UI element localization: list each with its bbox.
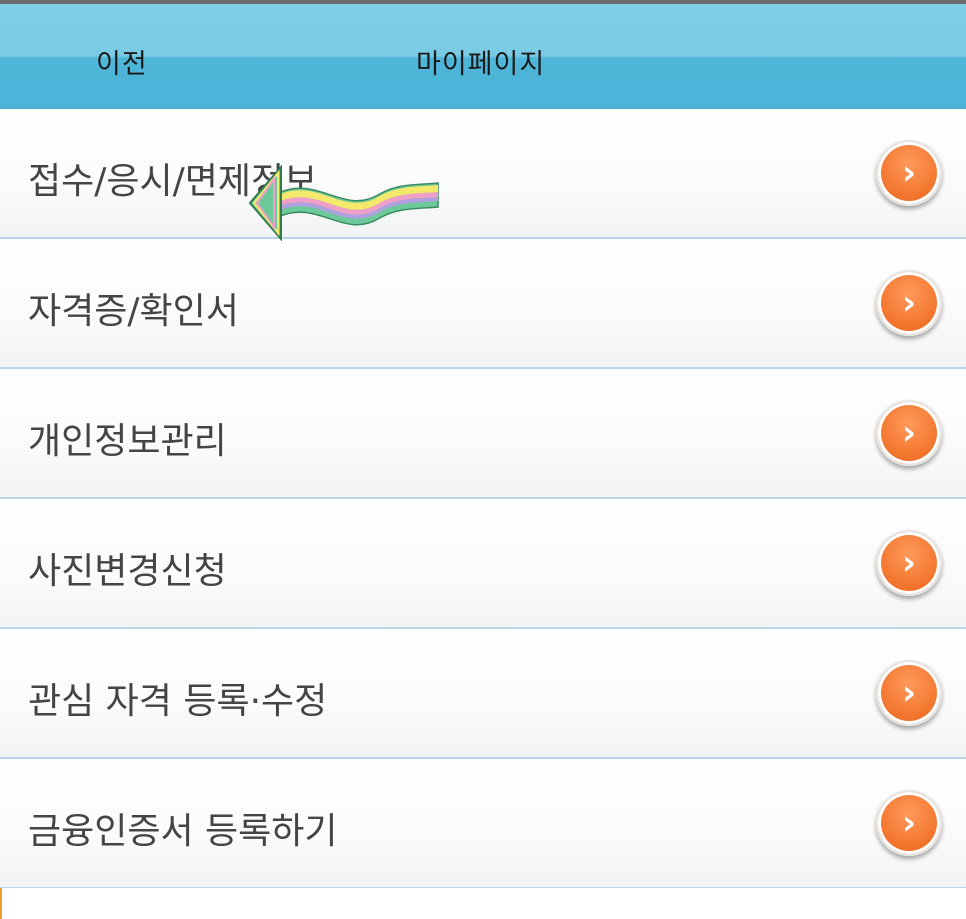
chevron-right-icon[interactable]: › bbox=[876, 400, 942, 466]
menu-item-label: 관심 자격 등록·수정 bbox=[28, 681, 328, 722]
back-button[interactable]: 이전 bbox=[96, 42, 148, 81]
menu-item-certificates[interactable]: 자격증/확인서 › bbox=[0, 239, 966, 369]
menu-item-label: 개인정보관리 bbox=[28, 421, 227, 462]
menu-item-photo-change[interactable]: 사진변경신청 › bbox=[0, 499, 966, 629]
next-section-edge bbox=[0, 888, 966, 919]
chevron-right-icon[interactable]: › bbox=[876, 660, 942, 726]
app-header: 이전 마이페이지 bbox=[0, 4, 966, 109]
menu-item-label: 자격증/확인서 bbox=[28, 291, 239, 332]
menu-item-label: 금융인증서 등록하기 bbox=[28, 811, 338, 852]
annotation-arrow-icon bbox=[248, 165, 439, 241]
menu-item-interest-qualification[interactable]: 관심 자격 등록·수정 › bbox=[0, 629, 966, 759]
page-title: 마이페이지 bbox=[416, 49, 546, 80]
chevron-right-icon[interactable]: › bbox=[876, 790, 942, 856]
chevron-right-icon[interactable]: › bbox=[876, 140, 942, 206]
menu-item-financial-certificate[interactable]: 금융인증서 등록하기 › bbox=[0, 759, 966, 889]
menu-item-application-info[interactable]: 접수/응시/면제정보 › bbox=[0, 109, 966, 239]
menu-item-personal-info[interactable]: 개인정보관리 › bbox=[0, 369, 966, 499]
menu-item-label: 사진변경신청 bbox=[28, 551, 227, 592]
chevron-right-icon[interactable]: › bbox=[876, 530, 942, 596]
chevron-right-icon[interactable]: › bbox=[876, 270, 942, 336]
